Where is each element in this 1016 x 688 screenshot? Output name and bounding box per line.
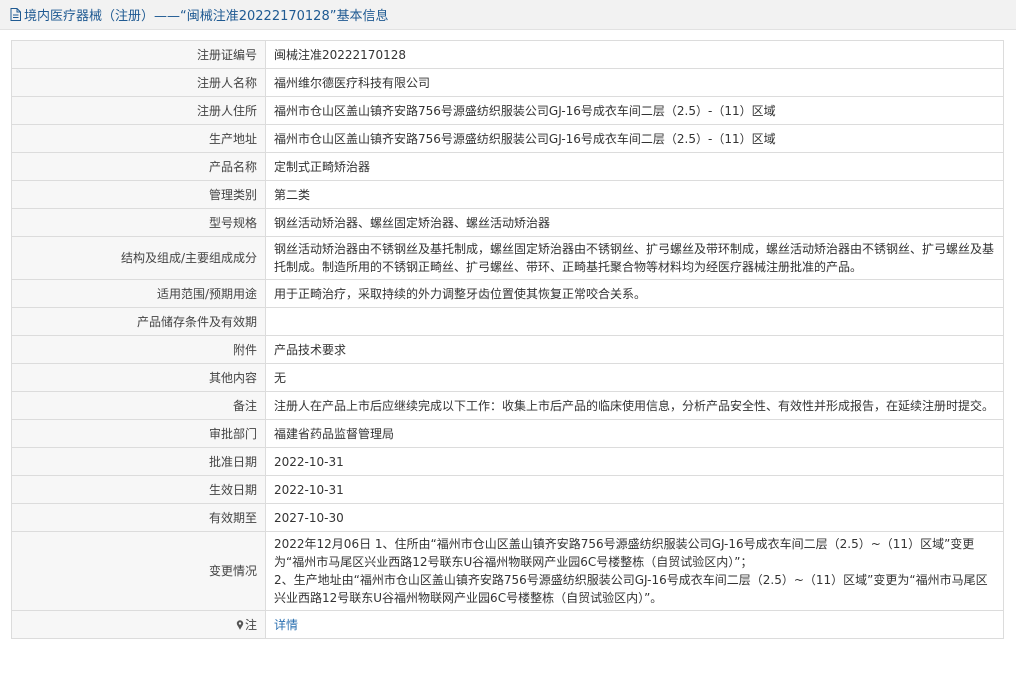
row-label: 型号规格 [11, 208, 266, 237]
table-row-change-history: 变更情况 2022年12月06日 1、住所由“福州市仓山区盖山镇齐安路756号源… [11, 531, 1004, 611]
row-value: 福建省药品监督管理局 [265, 419, 1004, 448]
row-value: 2022-10-31 [265, 447, 1004, 476]
note-value: 详情 [265, 610, 1004, 639]
row-value [265, 307, 1004, 336]
row-label: 备注 [11, 391, 266, 420]
table-row: 附件 产品技术要求 [11, 335, 1004, 364]
row-value: 钢丝活动矫治器、螺丝固定矫治器、螺丝活动矫治器 [265, 208, 1004, 237]
table-row: 备注 注册人在产品上市后应继续完成以下工作：收集上市后产品的临床使用信息，分析产品… [11, 391, 1004, 420]
row-label: 生效日期 [11, 475, 266, 504]
row-value: 定制式正畸矫治器 [265, 152, 1004, 181]
row-value: 福州市仓山区盖山镇齐安路756号源盛纺织服装公司GJ-16号成衣车间二层（2.5… [265, 96, 1004, 125]
table-row: 型号规格 钢丝活动矫治器、螺丝固定矫治器、螺丝活动矫治器 [11, 208, 1004, 237]
table-row-note: 注 详情 [11, 610, 1004, 639]
row-label: 产品储存条件及有效期 [11, 307, 266, 336]
row-label: 注册人名称 [11, 68, 266, 97]
table-row: 其他内容无 [11, 363, 1004, 392]
note-label: 注 [11, 610, 266, 639]
page-header: 境内医疗器械（注册）——“闽械注准20222170128”基本信息 [0, 0, 1016, 30]
row-value: 闽械注准20222170128 [265, 40, 1004, 69]
table-row: 产品名称 定制式正畸矫治器 [11, 152, 1004, 181]
row-value: 第二类 [265, 180, 1004, 209]
row-label: 变更情况 [11, 531, 266, 611]
row-value: 钢丝活动矫治器由不锈钢丝及基托制成，螺丝固定矫治器由不锈钢丝、扩弓螺丝及带环制成… [265, 236, 1004, 280]
row-value: 福州市仓山区盖山镇齐安路756号源盛纺织服装公司GJ-16号成衣车间二层（2.5… [265, 124, 1004, 153]
row-label: 批准日期 [11, 447, 266, 476]
row-label: 有效期至 [11, 503, 266, 532]
pin-icon [236, 619, 244, 630]
row-label: 适用范围/预期用途 [11, 279, 266, 308]
table-row: 结构及组成/主要组成成分 钢丝活动矫治器由不锈钢丝及基托制成，螺丝固定矫治器由不锈… [11, 236, 1004, 280]
document-icon [10, 8, 21, 21]
detail-table: 注册证编号 闽械注准20222170128 注册人名称 福州维尔德医疗科技有限公司 注册… [11, 40, 1004, 639]
row-value: 2027-10-30 [265, 503, 1004, 532]
table-row: 批准日期 2022-10-31 [11, 447, 1004, 476]
table-row: 产品储存条件及有效期 [11, 307, 1004, 336]
table-row: 生效日期 2022-10-31 [11, 475, 1004, 504]
row-label: 注册人住所 [11, 96, 266, 125]
change-entry-2: 2、生产地址由“福州市仓山区盖山镇齐安路756号源盛纺织服装公司GJ-16号成衣… [274, 573, 988, 605]
table-row: 注册人名称 福州维尔德医疗科技有限公司 [11, 68, 1004, 97]
row-value: 无 [265, 363, 1004, 392]
details-link[interactable]: 详情 [274, 618, 298, 632]
row-value: 福州维尔德医疗科技有限公司 [265, 68, 1004, 97]
row-label: 结构及组成/主要组成成分 [11, 236, 266, 280]
table-row: 有效期至 2027-10-30 [11, 503, 1004, 532]
table-row: 注册人住所 福州市仓山区盖山镇齐安路756号源盛纺织服装公司GJ-16号成衣车间二… [11, 96, 1004, 125]
row-label: 附件 [11, 335, 266, 364]
table-row: 管理类别 第二类 [11, 180, 1004, 209]
row-label: 产品名称 [11, 152, 266, 181]
row-value: 用于正畸治疗，采取持续的外力调整牙齿位置使其恢复正常咬合关系。 [265, 279, 1004, 308]
row-label: 生产地址 [11, 124, 266, 153]
table-row: 审批部门 福建省药品监督管理局 [11, 419, 1004, 448]
row-label: 注册证编号 [11, 40, 266, 69]
row-value: 产品技术要求 [265, 335, 1004, 364]
page-title: 境内医疗器械（注册）——“闽械注准20222170128”基本信息 [24, 9, 389, 24]
row-label: 审批部门 [11, 419, 266, 448]
row-value: 2022-10-31 [265, 475, 1004, 504]
row-value: 注册人在产品上市后应继续完成以下工作：收集上市后产品的临床使用信息，分析产品安全… [265, 391, 1004, 420]
change-entry-1: 2022年12月06日 1、住所由“福州市仓山区盖山镇齐安路756号源盛纺织服装… [274, 537, 975, 569]
table-row: 生产地址 福州市仓山区盖山镇齐安路756号源盛纺织服装公司GJ-16号成衣车间二层… [11, 124, 1004, 153]
table-row: 注册证编号 闽械注准20222170128 [11, 40, 1004, 69]
change-history-value: 2022年12月06日 1、住所由“福州市仓山区盖山镇齐安路756号源盛纺织服装… [265, 531, 1004, 611]
row-label: 其他内容 [11, 363, 266, 392]
row-label: 管理类别 [11, 180, 266, 209]
table-row: 适用范围/预期用途 用于正畸治疗，采取持续的外力调整牙齿位置使其恢复正常咬合关系。 [11, 279, 1004, 308]
